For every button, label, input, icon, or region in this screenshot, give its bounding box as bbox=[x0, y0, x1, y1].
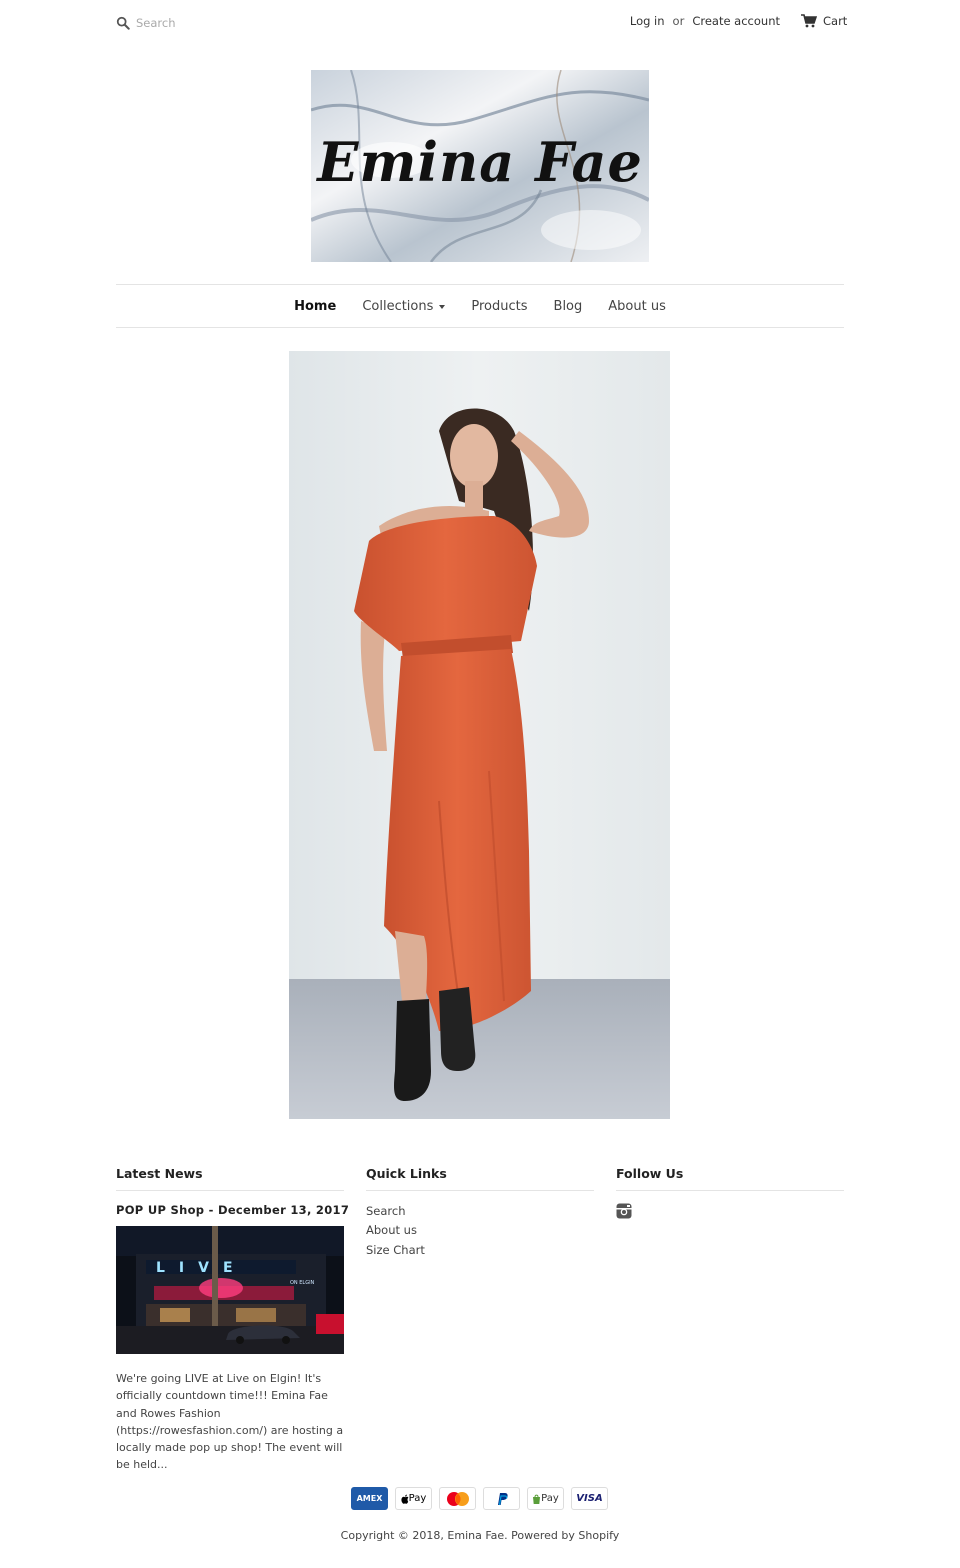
copyright-text: Copyright © 2018, Emina Fae. Powered by … bbox=[340, 1529, 620, 1542]
store-logo[interactable]: Emina Fae bbox=[311, 70, 649, 262]
main-nav: Home Collections Products Blog About us bbox=[116, 285, 844, 327]
nav-item-blog[interactable]: Blog bbox=[554, 299, 583, 314]
amex-icon: AMEX bbox=[351, 1487, 388, 1510]
nav-bottom-rule bbox=[116, 327, 844, 328]
blog-post-excerpt: We're going LIVE at Live on Elgin! It's … bbox=[116, 1372, 344, 1472]
live-sign-text: LIVE bbox=[156, 1260, 247, 1276]
quick-links-heading: Quick Links bbox=[366, 1166, 447, 1181]
visa-label: VISA bbox=[576, 1493, 603, 1504]
cart-icon bbox=[801, 14, 817, 28]
model-orange-dress-photo bbox=[289, 351, 670, 1119]
follow-us-rule bbox=[616, 1190, 844, 1191]
follow-us-heading: Follow Us bbox=[616, 1166, 684, 1181]
quick-link-search[interactable]: Search bbox=[366, 1204, 406, 1218]
shopify-bag-icon bbox=[533, 1494, 541, 1504]
mastercard-icon bbox=[439, 1487, 476, 1510]
shopify-pay-label: Pay bbox=[541, 1493, 559, 1504]
search-icon[interactable] bbox=[116, 16, 130, 30]
dropdown-caret-icon bbox=[439, 304, 446, 309]
apple-logo-icon bbox=[401, 1494, 409, 1504]
create-account-link[interactable]: Create account bbox=[692, 14, 780, 28]
cart-label: Cart bbox=[823, 14, 848, 28]
live-on-elgin-photo: LIVE ON ELGIN bbox=[116, 1226, 344, 1354]
nav-label: About us bbox=[608, 298, 666, 314]
nav-item-about-us[interactable]: About us bbox=[608, 299, 666, 314]
logo-text: Emina Fae bbox=[317, 130, 643, 194]
visa-icon: VISA bbox=[571, 1487, 608, 1510]
search-input[interactable] bbox=[136, 16, 336, 30]
cart-link[interactable]: Cart bbox=[801, 14, 847, 28]
nav-label: Collections bbox=[362, 298, 434, 314]
quick-links-rule bbox=[366, 1190, 594, 1191]
paypal-icon bbox=[483, 1487, 520, 1510]
quick-link-size-chart[interactable]: Size Chart bbox=[366, 1243, 425, 1257]
amex-label: AMEX bbox=[356, 1494, 383, 1503]
blog-post-title-link[interactable]: POP UP Shop - December 13, 2017 bbox=[116, 1203, 349, 1217]
nav-item-products[interactable]: Products bbox=[471, 299, 527, 314]
search-form[interactable] bbox=[116, 12, 356, 34]
latest-news-heading: Latest News bbox=[116, 1166, 203, 1181]
blog-post-image[interactable]: LIVE ON ELGIN bbox=[116, 1226, 344, 1354]
apple-pay-icon: Pay bbox=[395, 1487, 432, 1510]
latest-news-rule bbox=[116, 1190, 344, 1191]
nav-item-home[interactable]: Home bbox=[294, 299, 336, 314]
instagram-icon[interactable] bbox=[616, 1203, 632, 1219]
hero-image[interactable] bbox=[289, 351, 670, 1119]
nav-item-collections[interactable]: Collections bbox=[362, 298, 446, 314]
shopify-pay-icon: Pay bbox=[527, 1487, 564, 1510]
quick-link-about-us[interactable]: About us bbox=[366, 1223, 417, 1237]
apple-pay-label: Pay bbox=[408, 1493, 427, 1504]
nav-label: Products bbox=[471, 298, 528, 314]
on-elgin-sign-text: ON ELGIN bbox=[290, 1280, 315, 1286]
or-text: or bbox=[672, 14, 685, 28]
nav-label: Blog bbox=[553, 298, 583, 314]
login-link[interactable]: Log in bbox=[630, 14, 665, 28]
account-links: Log in or Create account bbox=[630, 14, 780, 28]
payment-icons: AMEX Pay Pay VISA bbox=[351, 1487, 608, 1510]
nav-label: Home bbox=[294, 298, 337, 314]
